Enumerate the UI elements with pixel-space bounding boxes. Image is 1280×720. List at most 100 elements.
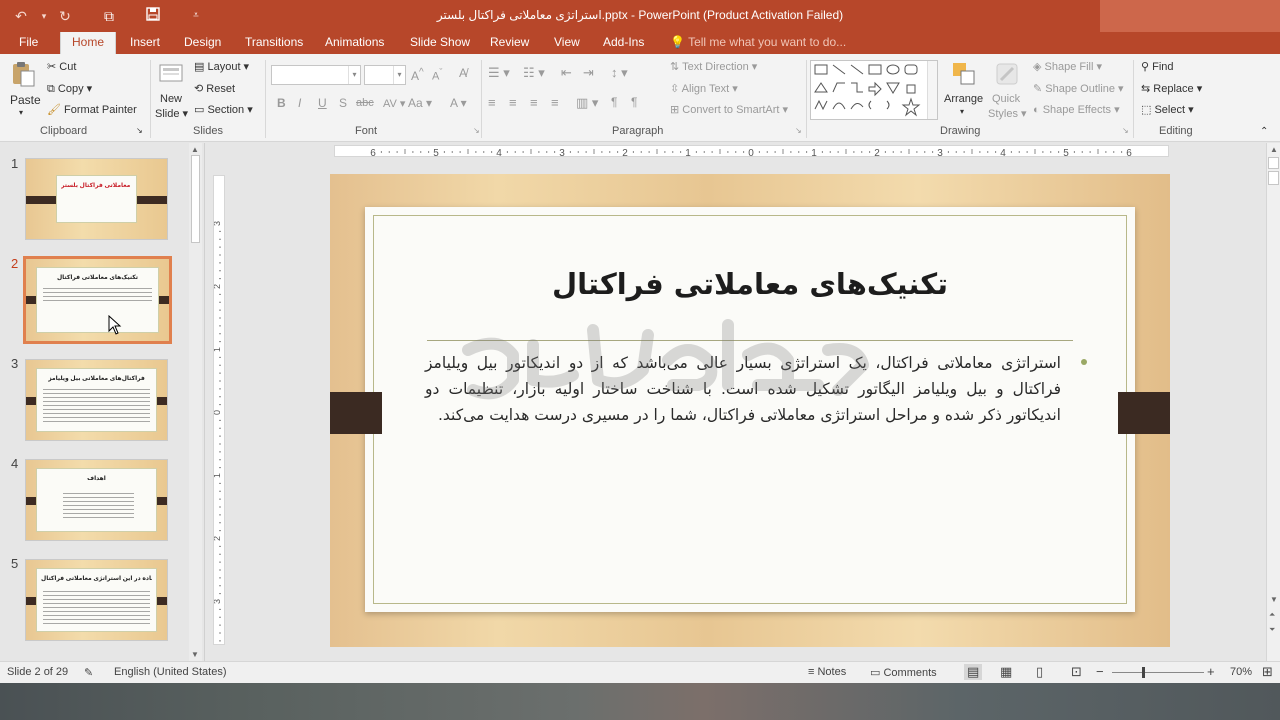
- thumbnails-scrollbar[interactable]: ▲ ▼: [189, 143, 202, 661]
- tab-view[interactable]: View: [552, 32, 582, 54]
- tab-insert[interactable]: Insert: [128, 32, 162, 54]
- text-direction-button[interactable]: ⇅ Text Direction ▾: [670, 60, 757, 73]
- slideshow-view-icon[interactable]: ⊡: [1071, 664, 1082, 680]
- slide-thumbnail-2[interactable]: تکنیک‌های معاملاتی فراکتال: [23, 256, 172, 344]
- collapse-ribbon-icon[interactable]: ⌃: [1260, 126, 1268, 137]
- editing-area-scrollbar[interactable]: ▲ ▼ ⏶ ⏷: [1266, 143, 1280, 661]
- clear-formatting-icon[interactable]: A̸: [459, 66, 467, 80]
- align-right-icon[interactable]: ≡: [530, 95, 538, 110]
- language-indicator[interactable]: English (United States): [114, 666, 227, 678]
- zoom-level[interactable]: 70%: [1230, 666, 1252, 678]
- scroll-down-icon[interactable]: ▼: [1270, 595, 1278, 604]
- shadow-icon[interactable]: S: [339, 96, 347, 110]
- slide-thumbnail-4[interactable]: اهداف: [25, 459, 168, 541]
- align-center-icon[interactable]: ≡: [509, 95, 517, 110]
- shape-effects-button[interactable]: ◐ Shape Effects ▾: [1033, 103, 1120, 116]
- arrange-button[interactable]: Arrange: [944, 93, 983, 105]
- line-spacing-icon[interactable]: ↕ ▾: [611, 65, 628, 81]
- bullets-icon[interactable]: ☰ ▾: [488, 65, 510, 81]
- ruler-tick: [955, 151, 957, 153]
- zoom-out-icon[interactable]: −: [1096, 664, 1104, 679]
- scroll-thumb[interactable]: [1268, 157, 1279, 169]
- new-slide-button[interactable]: New: [160, 93, 182, 105]
- paste-button[interactable]: Paste: [10, 93, 41, 107]
- tab-slide-show[interactable]: Slide Show: [408, 32, 472, 54]
- tab-home[interactable]: Home: [60, 32, 117, 55]
- numbering-icon[interactable]: ☷ ▾: [523, 65, 545, 81]
- drawing-launcher-icon[interactable]: ↘: [1122, 126, 1129, 135]
- strikethrough-icon[interactable]: abc: [356, 97, 374, 109]
- italic-icon[interactable]: I: [298, 96, 301, 110]
- font-launcher-icon[interactable]: ↘: [473, 126, 480, 135]
- tab-file[interactable]: File: [17, 32, 40, 54]
- comments-button[interactable]: ▭ Comments: [870, 666, 937, 679]
- spelling-check-icon[interactable]: ✎: [84, 666, 93, 679]
- scroll-down-icon[interactable]: ▼: [191, 650, 199, 659]
- underline-icon[interactable]: U: [318, 96, 327, 110]
- select-button[interactable]: ⬚ Select ▾: [1141, 103, 1194, 116]
- rtl-icon[interactable]: ¶: [611, 95, 617, 109]
- replace-button[interactable]: ⇆ Replace ▾: [1141, 82, 1202, 95]
- font-color-icon[interactable]: A ▾: [450, 96, 467, 110]
- zoom-slider[interactable]: [1112, 672, 1204, 673]
- scroll-thumb[interactable]: [1268, 171, 1279, 185]
- increase-indent-icon[interactable]: ⇥: [583, 65, 594, 81]
- font-name-field[interactable]: ▾: [271, 65, 361, 85]
- decrease-indent-icon[interactable]: ⇤: [561, 65, 572, 81]
- tab-animations[interactable]: Animations: [323, 32, 386, 54]
- increase-font-icon[interactable]: A^: [411, 67, 424, 83]
- bold-icon[interactable]: B: [277, 96, 286, 110]
- shapes-scroll[interactable]: [927, 61, 937, 119]
- quick-styles-button-line2[interactable]: Styles ▾: [988, 107, 1027, 120]
- align-text-button[interactable]: ⇳ Align Text ▾: [670, 82, 738, 95]
- scroll-up-icon[interactable]: ▲: [1270, 145, 1278, 154]
- paste-dropdown-icon[interactable]: ▾: [19, 108, 23, 117]
- slide-sorter-icon[interactable]: ▦: [1000, 664, 1012, 680]
- paragraph-launcher-icon[interactable]: ↘: [795, 126, 802, 135]
- font-size-field[interactable]: ▾: [364, 65, 406, 85]
- previous-slide-icon[interactable]: ⏶: [1269, 610, 1275, 620]
- convert-smartart-button[interactable]: ⊞ Convert to SmartArt ▾: [670, 103, 788, 116]
- tell-me-search[interactable]: 💡 Tell me what you want to do...: [670, 32, 846, 54]
- shape-fill-button[interactable]: ◈ Shape Fill ▾: [1033, 60, 1102, 73]
- tab-design[interactable]: Design: [182, 32, 223, 54]
- shape-outline-button[interactable]: ✎ Shape Outline ▾: [1033, 82, 1124, 95]
- fit-to-window-icon[interactable]: ⊞: [1262, 664, 1273, 680]
- zoom-in-icon[interactable]: +: [1207, 664, 1215, 679]
- quick-styles-button[interactable]: Quick: [992, 93, 1020, 105]
- columns-icon[interactable]: ▥ ▾: [576, 95, 598, 111]
- scroll-thumb[interactable]: [191, 155, 200, 243]
- normal-view-icon[interactable]: ▤: [964, 664, 983, 680]
- notes-button[interactable]: ≡ Notes: [808, 666, 846, 678]
- slide-thumbnail-1[interactable]: استراتژی معاملاتی فراکتال بلستر: [25, 158, 168, 240]
- slide-thumbnail-5[interactable]: اندیکاتورهای مورد استفاده در این استراتژ…: [25, 559, 168, 641]
- justify-icon[interactable]: ≡: [551, 95, 559, 110]
- ltr-icon[interactable]: ¶: [631, 95, 637, 109]
- separator: [150, 60, 151, 138]
- tab-add-ins[interactable]: Add-Ins: [601, 32, 646, 54]
- shapes-gallery[interactable]: [810, 60, 938, 120]
- tab-review[interactable]: Review: [488, 32, 531, 54]
- decrease-font-icon[interactable]: Aˇ: [432, 67, 442, 83]
- scroll-up-icon[interactable]: ▲: [191, 145, 199, 154]
- tab-transitions[interactable]: Transitions: [243, 32, 305, 54]
- align-left-icon[interactable]: ≡: [488, 95, 496, 110]
- zoom-slider-thumb[interactable]: [1142, 667, 1145, 678]
- layout-button[interactable]: ▤ Layout ▾: [194, 60, 249, 73]
- section-button[interactable]: ▭ Section ▾: [194, 103, 253, 116]
- ruler-tick: [219, 388, 221, 390]
- arrange-dropdown-icon[interactable]: ▾: [960, 107, 964, 116]
- reading-view-icon[interactable]: ▯: [1036, 664, 1043, 680]
- reset-button[interactable]: ⟲ Reset: [194, 82, 235, 95]
- new-slide-button-line2[interactable]: Slide ▾: [155, 107, 188, 120]
- slide-title[interactable]: تکنیک‌های معاملاتی فراکتال: [465, 267, 1035, 301]
- cut-button[interactable]: ✂ Cut: [47, 60, 76, 73]
- find-button[interactable]: ⚲ Find: [1141, 60, 1174, 73]
- next-slide-icon[interactable]: ⏷: [1269, 625, 1275, 635]
- character-spacing-icon[interactable]: AV ▾: [383, 97, 405, 110]
- clipboard-launcher-icon[interactable]: ↘: [136, 126, 143, 135]
- slide-thumbnail-3[interactable]: فراکتال‌های معاملاتی بیل ویلیامز: [25, 359, 168, 441]
- copy-button[interactable]: ⧉ Copy ▾: [47, 82, 92, 96]
- format-painter-button[interactable]: 🖌 Format Painter: [47, 103, 137, 116]
- change-case-icon[interactable]: Aa ▾: [408, 96, 432, 110]
